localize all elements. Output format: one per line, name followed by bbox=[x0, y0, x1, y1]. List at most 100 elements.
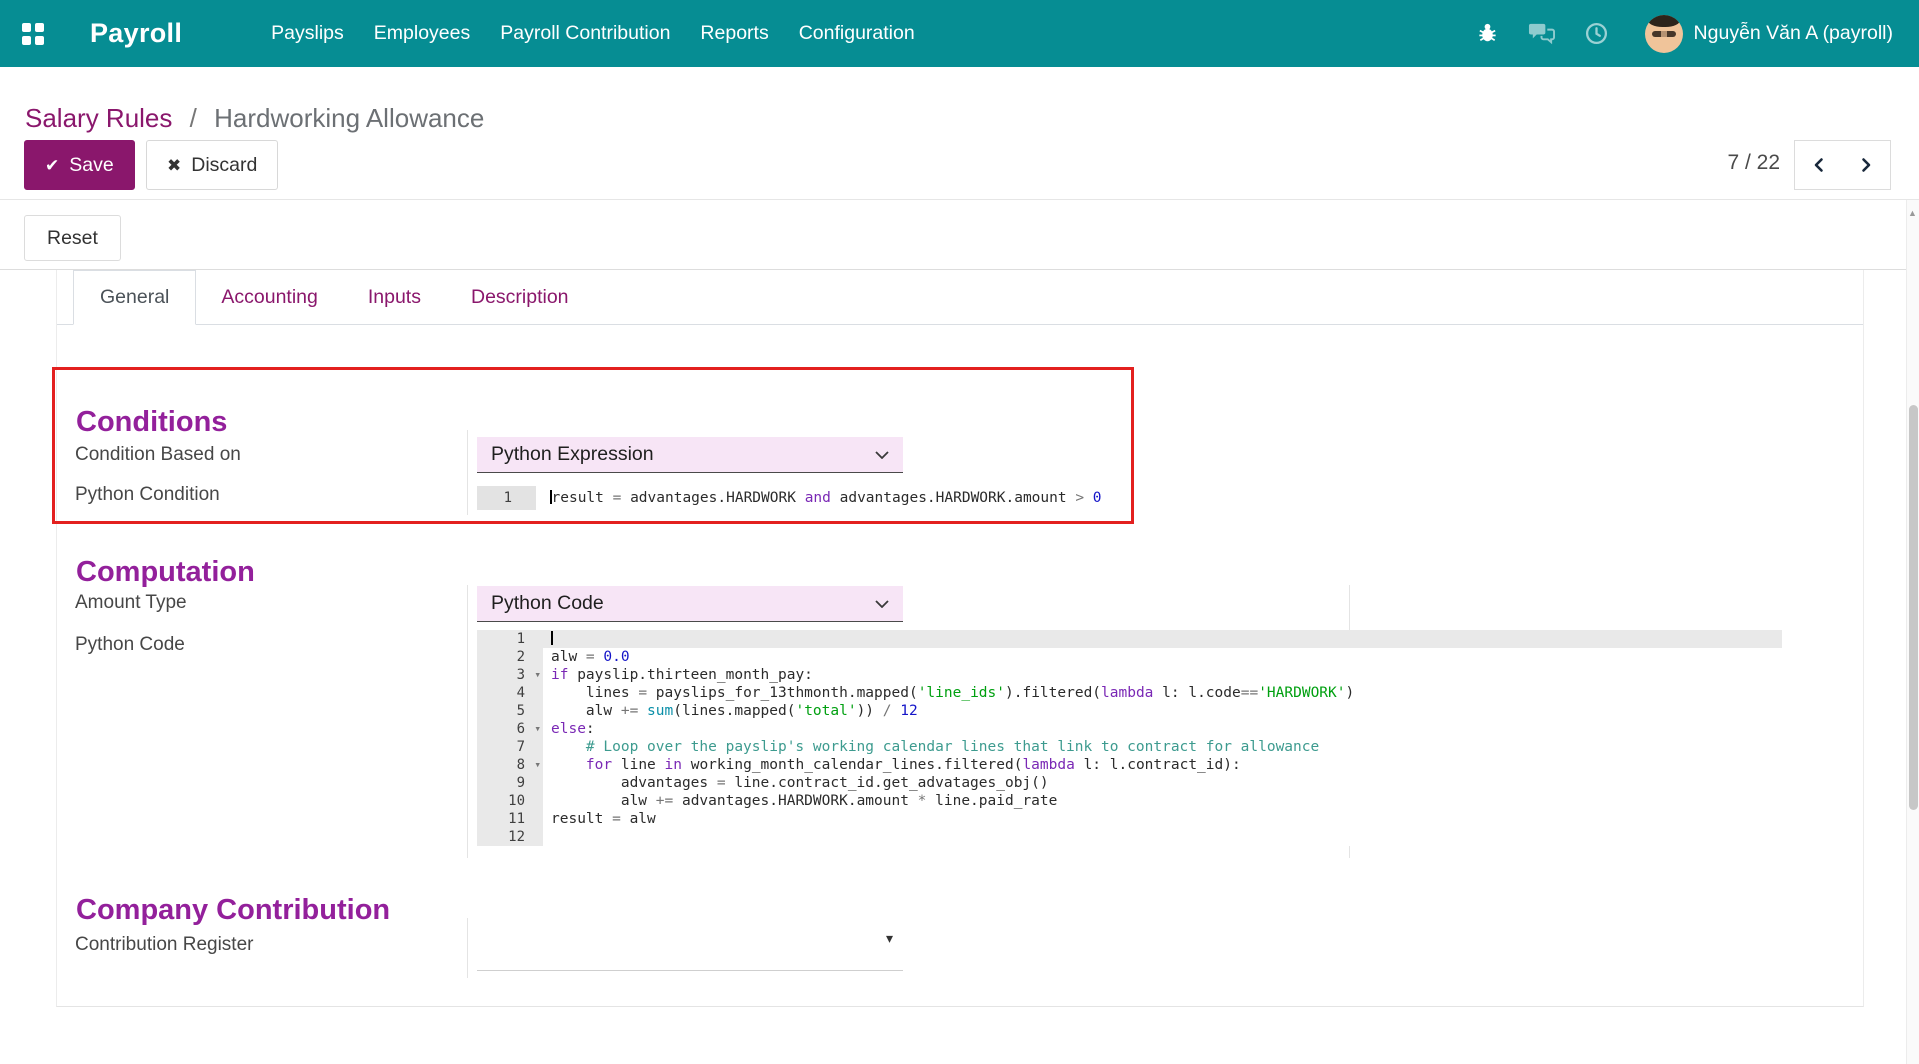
code-line-1[interactable]: 1 bbox=[477, 630, 1782, 648]
code-text[interactable]: else: bbox=[543, 720, 1782, 738]
chat-icon[interactable] bbox=[1528, 20, 1555, 47]
code-text[interactable] bbox=[543, 630, 1782, 648]
code-text[interactable]: alw += advantages.HARDWORK.amount * line… bbox=[543, 792, 1782, 810]
clock-icon[interactable] bbox=[1584, 21, 1609, 46]
code-text[interactable]: alw = 0.0 bbox=[543, 648, 1782, 666]
line-number[interactable]: 1 bbox=[477, 486, 536, 510]
line-number[interactable]: 4 bbox=[477, 684, 543, 702]
chevron-right-icon bbox=[1858, 157, 1874, 173]
line-number[interactable]: 8▾ bbox=[477, 756, 543, 774]
line-number[interactable]: 6▾ bbox=[477, 720, 543, 738]
code-line-5[interactable]: 5 alw += sum(lines.mapped('total')) / 12 bbox=[477, 702, 1782, 720]
code-line-7[interactable]: 7 # Loop over the payslip's working cale… bbox=[477, 738, 1782, 756]
app-title[interactable]: Payroll bbox=[90, 18, 182, 49]
menu-configuration[interactable]: Configuration bbox=[784, 0, 930, 67]
breadcrumb-parent-link[interactable]: Salary Rules bbox=[25, 103, 172, 133]
code-line-9[interactable]: 9 advantages = line.contract_id.get_adva… bbox=[477, 774, 1782, 792]
menu-payslips[interactable]: Payslips bbox=[256, 0, 359, 67]
line-number[interactable]: 1 bbox=[477, 630, 543, 648]
code-line-6[interactable]: 6▾else: bbox=[477, 720, 1782, 738]
code-line-12[interactable]: 12 bbox=[477, 828, 1782, 846]
contribution-register-field[interactable] bbox=[477, 970, 903, 971]
section-title-conditions: Conditions bbox=[76, 406, 227, 439]
breadcrumb: Salary Rules / Hardworking Allowance bbox=[25, 103, 484, 134]
condition-based-on-select[interactable]: Python Expression bbox=[477, 437, 903, 473]
pager-next-button[interactable] bbox=[1842, 140, 1891, 190]
line-number[interactable]: 7 bbox=[477, 738, 543, 756]
code-line-2[interactable]: 2alw = 0.0 bbox=[477, 648, 1782, 666]
toolbar-divider bbox=[0, 199, 1919, 200]
tab-inputs[interactable]: Inputs bbox=[343, 270, 446, 324]
section-title-computation: Computation bbox=[76, 556, 255, 589]
reset-button[interactable]: Reset bbox=[24, 215, 121, 261]
user-menu[interactable]: Nguyễn Văn A (payroll) bbox=[1694, 22, 1893, 45]
select-value: Python Expression bbox=[491, 443, 654, 466]
code-text[interactable] bbox=[543, 828, 1782, 846]
pager-counter: 7 / 22 bbox=[1727, 151, 1780, 175]
section-title-company-contribution: Company Contribution bbox=[76, 894, 390, 927]
breadcrumb-current: Hardworking Allowance bbox=[214, 103, 484, 133]
code-line-11[interactable]: 11result = alw bbox=[477, 810, 1782, 828]
field-label-condition-based-on: Condition Based on bbox=[75, 444, 241, 466]
column-separator bbox=[467, 430, 468, 515]
bug-icon[interactable] bbox=[1476, 22, 1499, 45]
code-line-4[interactable]: 4 lines = payslips_for_13thmonth.mapped(… bbox=[477, 684, 1782, 702]
code-text[interactable]: advantages = line.contract_id.get_advata… bbox=[543, 774, 1782, 792]
menu-reports[interactable]: Reports bbox=[685, 0, 783, 67]
save-button[interactable]: ✔ Save bbox=[24, 140, 135, 190]
field-label-contribution-register: Contribution Register bbox=[75, 934, 253, 956]
code-text[interactable]: # Loop over the payslip's working calend… bbox=[543, 738, 1782, 756]
top-menu: PayslipsEmployeesPayroll ContributionRep… bbox=[256, 0, 930, 67]
field-label-python-condition: Python Condition bbox=[75, 484, 220, 506]
apps-grid-icon[interactable] bbox=[22, 23, 44, 45]
discard-button[interactable]: ✖ Discard bbox=[146, 140, 278, 190]
code-text[interactable]: lines = payslips_for_13thmonth.mapped('l… bbox=[543, 684, 1782, 702]
code-line-3[interactable]: 3▾if payslip.thirteen_month_pay: bbox=[477, 666, 1782, 684]
line-number[interactable]: 3▾ bbox=[477, 666, 543, 684]
tab-general[interactable]: General bbox=[73, 270, 196, 325]
payroll-app-screen: Payroll PayslipsEmployeesPayroll Contrib… bbox=[0, 0, 1919, 1064]
code-line-1[interactable]: 1result = advantages.HARDWORK and advant… bbox=[477, 486, 1137, 510]
amount-type-select[interactable]: Python Code bbox=[477, 586, 903, 622]
tab-description[interactable]: Description bbox=[446, 270, 594, 324]
code-text[interactable]: alw += sum(lines.mapped('total')) / 12 bbox=[543, 702, 1782, 720]
chevron-left-icon bbox=[1811, 157, 1827, 173]
line-number[interactable]: 12 bbox=[477, 828, 543, 846]
scrollbar-thumb[interactable] bbox=[1909, 405, 1918, 810]
python-code-editor[interactable]: 12alw = 0.03▾if payslip.thirteen_month_p… bbox=[477, 630, 1782, 846]
scroll-up-icon[interactable]: ▲ bbox=[1908, 208, 1917, 218]
menu-payroll-contribution[interactable]: Payroll Contribution bbox=[485, 0, 685, 67]
avatar[interactable] bbox=[1645, 15, 1683, 53]
code-text[interactable]: result = advantages.HARDWORK and advanta… bbox=[536, 486, 1137, 510]
code-line-8[interactable]: 8▾ for line in working_month_calendar_li… bbox=[477, 756, 1782, 774]
topbar-right-cluster: Nguyễn Văn A (payroll) bbox=[1476, 15, 1893, 53]
line-number[interactable]: 9 bbox=[477, 774, 543, 792]
form-sheet: GeneralAccountingInputsDescription Condi… bbox=[56, 270, 1864, 1007]
python-condition-editor[interactable]: 1result = advantages.HARDWORK and advant… bbox=[477, 486, 1137, 510]
vertical-scrollbar[interactable]: ▲ bbox=[1906, 200, 1919, 1064]
column-separator bbox=[467, 585, 468, 858]
line-number[interactable]: 10 bbox=[477, 792, 543, 810]
fold-arrow-icon[interactable]: ▾ bbox=[534, 756, 541, 774]
code-text[interactable]: result = alw bbox=[543, 810, 1782, 828]
tab-accounting[interactable]: Accounting bbox=[196, 270, 342, 324]
select-value: Python Code bbox=[491, 592, 604, 615]
text-cursor bbox=[551, 631, 553, 645]
x-icon: ✖ bbox=[167, 157, 181, 174]
pager-previous-button[interactable] bbox=[1794, 140, 1843, 190]
line-number[interactable]: 11 bbox=[477, 810, 543, 828]
line-number[interactable]: 5 bbox=[477, 702, 543, 720]
menu-employees[interactable]: Employees bbox=[359, 0, 485, 67]
code-text[interactable]: for line in working_month_calendar_lines… bbox=[543, 756, 1782, 774]
chevron-down-icon bbox=[875, 600, 889, 608]
chevron-down-icon bbox=[875, 451, 889, 459]
field-label-amount-type: Amount Type bbox=[75, 592, 187, 614]
caret-down-icon[interactable]: ▾ bbox=[886, 930, 893, 947]
field-label-python-code: Python Code bbox=[75, 634, 185, 656]
check-icon: ✔ bbox=[45, 157, 59, 174]
code-text[interactable]: if payslip.thirteen_month_pay: bbox=[543, 666, 1782, 684]
fold-arrow-icon[interactable]: ▾ bbox=[534, 720, 541, 738]
code-line-10[interactable]: 10 alw += advantages.HARDWORK.amount * l… bbox=[477, 792, 1782, 810]
fold-arrow-icon[interactable]: ▾ bbox=[534, 666, 541, 684]
line-number[interactable]: 2 bbox=[477, 648, 543, 666]
